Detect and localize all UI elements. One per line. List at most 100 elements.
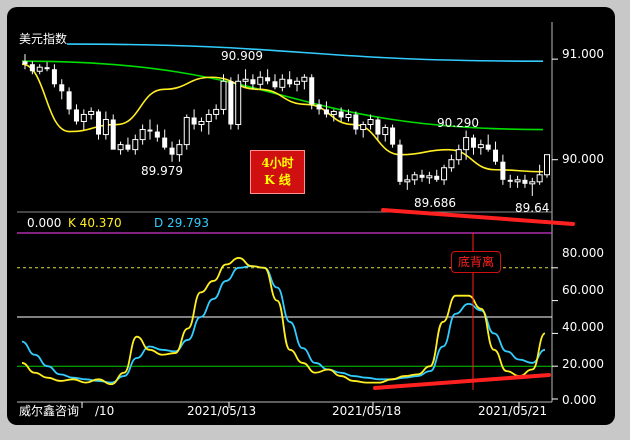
price-annotation: 89.686	[414, 196, 456, 210]
candle-down	[191, 117, 197, 125]
candle-up	[294, 80, 301, 85]
candle-down	[59, 84, 65, 92]
candle-down	[169, 147, 175, 155]
candle-up	[382, 127, 389, 136]
candle-up	[213, 108, 220, 115]
candle-up	[404, 179, 411, 183]
candle-down	[522, 179, 528, 184]
timeframe-label-box: 4小时 K 线	[250, 150, 305, 194]
candle-down	[73, 109, 79, 122]
candle-up	[360, 124, 367, 131]
candle-down	[147, 129, 153, 132]
price-annotation: 89.979	[141, 164, 183, 178]
timeframe-label-line2: K 线	[264, 173, 291, 187]
candle-down	[44, 67, 50, 70]
candle-down	[265, 77, 271, 82]
x-axis-label: 2021/05/13	[187, 404, 257, 418]
candle-up	[235, 80, 242, 126]
chart-title: 美元指数	[19, 32, 68, 46]
candle-up	[132, 139, 139, 151]
candle-up	[544, 154, 550, 176]
candle-up	[80, 113, 87, 122]
indicator-d-value: D 29.793	[154, 216, 210, 230]
price-annotation: 89.64	[515, 201, 550, 215]
candle-down	[323, 109, 329, 115]
candle-down	[162, 137, 168, 148]
candle-up	[242, 78, 249, 82]
candle-down	[390, 127, 396, 145]
timeframe-label-line1: 4小时	[261, 156, 294, 170]
candle-down	[338, 111, 344, 118]
candle-up	[367, 118, 374, 126]
indicator-zero-value: 0.000	[27, 216, 62, 230]
candle-down	[66, 91, 72, 110]
candle-up	[257, 76, 264, 85]
candle-down	[250, 79, 256, 85]
kd-k-line	[21, 257, 546, 386]
candle-up	[139, 129, 146, 141]
indicator-k-value: K 40.370	[68, 216, 122, 230]
candle-up	[529, 181, 536, 185]
candle-down	[272, 81, 278, 88]
x-axis-label: /10	[95, 404, 115, 418]
price-annotation: 90.290	[437, 116, 479, 130]
candle-down	[493, 149, 499, 162]
candle-up	[279, 78, 286, 88]
candle-down	[397, 144, 403, 182]
candle-down	[485, 144, 491, 150]
candle-down	[29, 64, 35, 72]
candle-up	[448, 159, 455, 169]
candle-up	[117, 144, 124, 151]
candle-up	[455, 149, 462, 161]
candle-up	[183, 116, 190, 146]
kd-axis-tick: 0.000	[562, 393, 597, 407]
candle-up	[205, 113, 212, 122]
candle-up	[88, 110, 95, 115]
price-axis-tick: 90.000	[562, 152, 604, 166]
candle-up	[176, 144, 183, 156]
candle-down	[228, 81, 234, 125]
candle-down	[507, 179, 513, 182]
candle-up	[411, 174, 418, 181]
kd-axis-tick: 20.000	[562, 357, 604, 371]
candle-down	[22, 61, 28, 65]
candle-up	[36, 66, 43, 72]
candle-down	[96, 111, 102, 135]
candle-down	[470, 137, 476, 148]
candle-up	[330, 110, 337, 115]
x-axis-label: 2021/05/21	[478, 404, 548, 418]
candle-down	[316, 104, 322, 110]
candle-up	[514, 179, 521, 183]
candle-up	[426, 175, 433, 179]
ma-cyan-line	[66, 43, 544, 62]
candle-up	[536, 174, 543, 183]
kd-axis-tick: 60.000	[562, 283, 604, 297]
kd-axis-tick: 40.000	[562, 320, 604, 334]
chart-frame: 美元指数 91.000 90.000 90.909 89.979 90.290 …	[7, 7, 615, 425]
divergence-badge: 底背离	[451, 251, 501, 273]
candle-down	[434, 175, 440, 180]
candle-down	[375, 119, 381, 135]
price-annotation: 90.909	[221, 49, 263, 63]
candle-down	[154, 131, 160, 138]
candle-down	[287, 79, 293, 85]
footer-source: 威尔鑫咨询	[19, 404, 80, 418]
candle-down	[353, 114, 359, 130]
x-axis-label: 2021/05/18	[332, 404, 402, 418]
candle-down	[419, 174, 425, 178]
candle-down	[110, 119, 116, 150]
candle-up	[220, 80, 227, 110]
candle-up	[463, 137, 470, 151]
candle-up	[102, 118, 109, 136]
candle-up	[441, 167, 448, 181]
candle-down	[51, 69, 57, 85]
candle-up	[198, 120, 205, 126]
candle-up	[301, 76, 308, 82]
candle-up	[477, 144, 484, 149]
candle-down	[309, 77, 315, 105]
candle-up	[345, 113, 352, 118]
candle-down	[125, 144, 131, 150]
candle-down	[500, 161, 506, 180]
kd-axis-tick: 80.000	[562, 246, 604, 260]
price-axis-tick: 91.000	[562, 47, 604, 61]
